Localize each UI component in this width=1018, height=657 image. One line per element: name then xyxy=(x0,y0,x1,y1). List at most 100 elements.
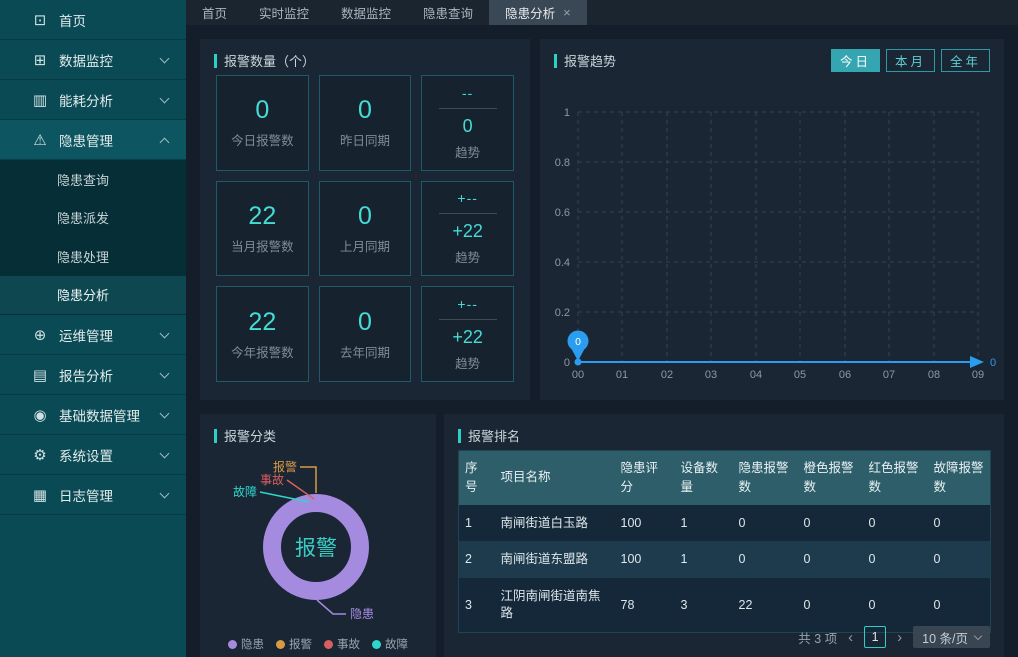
sidebar-item-label: 运维管理 xyxy=(59,325,113,345)
sidebar: ⊡ 首页 ⊞ 数据监控 ▥ 能耗分析 ⚠ 隐患管理 隐患查询 隐患派发 隐患处理… xyxy=(0,0,186,657)
trend-denominator: +22 xyxy=(452,327,483,348)
monitor-icon: ⊡ xyxy=(30,11,50,29)
sidebar-item-base-data-management[interactable]: ◉ 基础数据管理 xyxy=(0,395,186,435)
stat-label: 今年报警数 xyxy=(231,342,294,361)
sidebar-item-data-monitor[interactable]: ⊞ 数据监控 xyxy=(0,40,186,80)
sidebar-item-hazard-management[interactable]: ⚠ 隐患管理 xyxy=(0,120,186,160)
page-number-button[interactable]: 1 xyxy=(864,626,886,648)
table-row[interactable]: 3 江阴南闸街道南焦路 78 3 22 0 0 0 xyxy=(459,578,991,632)
prev-page-icon[interactable]: ‹ xyxy=(848,629,853,646)
column-header: 设备数量 xyxy=(675,451,733,505)
legend-item-hazard[interactable]: 隐患 xyxy=(228,636,264,652)
cell-red-alarms: 0 xyxy=(863,578,928,632)
chevron-down-icon xyxy=(160,409,170,419)
cell-orange-alarms: 0 xyxy=(798,578,863,632)
close-icon[interactable]: × xyxy=(563,5,571,20)
stat-value: 0 xyxy=(358,308,372,337)
sidebar-item-label: 隐患查询 xyxy=(57,170,109,189)
page-size-select[interactable]: 10 条/页 xyxy=(913,626,990,648)
hazard-submenu: 隐患查询 隐患派发 隐患处理 隐患分析 xyxy=(0,160,186,315)
column-header: 项目名称 xyxy=(495,451,615,505)
x-axis-tick: 05 xyxy=(794,369,806,381)
tab-label: 首页 xyxy=(202,3,227,22)
stat-card-today: 0 今日报警数 xyxy=(216,75,309,171)
table-row[interactable]: 1 南闸街道白玉路 100 1 0 0 0 0 xyxy=(459,505,991,542)
cell-hazard-score: 100 xyxy=(615,505,675,542)
x-axis-tick: 02 xyxy=(661,369,673,381)
title-accent-bar xyxy=(214,54,217,68)
sidebar-item-hazard-analysis[interactable]: 隐患分析 xyxy=(0,276,186,315)
y-axis-tick: 0.8 xyxy=(555,157,570,169)
sidebar-item-home[interactable]: ⊡ 首页 xyxy=(0,0,186,40)
y-axis-tick: 1 xyxy=(564,107,570,119)
alarm-classification-panel: 报警分类 报警 报警 事故 故障 隐患 隐患 报警 事故 故障 xyxy=(200,414,436,657)
cell-device-count: 1 xyxy=(675,505,733,542)
chevron-down-icon xyxy=(160,329,170,339)
chevron-down-icon xyxy=(160,94,170,104)
stat-label: 趋势 xyxy=(455,353,480,372)
report-icon: ▤ xyxy=(30,366,50,384)
trend-line-chart: 1 0.8 0.6 0.4 0.2 0 00 01 02 03 04 05 06… xyxy=(540,39,1004,400)
panel-title: 报警排名 xyxy=(458,426,520,445)
alarm-count-panel: 报警数量（个） 0 今日报警数 0 昨日同期 -- 0 趋势 22 当月报警数 xyxy=(200,39,530,400)
trend-numerator: -- xyxy=(462,85,473,101)
stat-card-year-trend: +-- +22 趋势 xyxy=(421,286,514,382)
main-content: 报警数量（个） 0 今日报警数 0 昨日同期 -- 0 趋势 22 当月报警数 xyxy=(186,25,1018,657)
stat-label: 趋势 xyxy=(455,142,480,161)
sidebar-item-hazard-dispatch[interactable]: 隐患派发 xyxy=(0,199,186,238)
cell-hazard-alarms: 22 xyxy=(733,578,798,632)
sidebar-item-ops-management[interactable]: ⊕ 运维管理 xyxy=(0,315,186,355)
x-axis-tick: 01 xyxy=(616,369,628,381)
marker-value: 0 xyxy=(575,336,581,348)
cell-fault-alarms: 0 xyxy=(928,541,991,578)
sidebar-item-hazard-query[interactable]: 隐患查询 xyxy=(0,160,186,199)
sidebar-item-log-management[interactable]: ▦ 日志管理 xyxy=(0,475,186,515)
next-page-icon[interactable]: › xyxy=(897,629,902,646)
sidebar-item-label: 隐患处理 xyxy=(57,247,109,266)
tab-bar: 首页 实时监控 数据监控 隐患查询 隐患分析 × xyxy=(186,0,1018,25)
axis-end-value: 0 xyxy=(990,357,996,369)
table-row[interactable]: 2 南闸街道东盟路 100 1 0 0 0 0 xyxy=(459,541,991,578)
ranking-table: 序号 项目名称 隐患评分 设备数量 隐患报警数 橙色报警数 红色报警数 故障报警… xyxy=(458,450,991,633)
base-data-icon: ◉ xyxy=(30,406,50,424)
x-axis-tick: 08 xyxy=(928,369,940,381)
tab-data-monitor[interactable]: 数据监控 xyxy=(325,0,407,25)
stat-label: 当月报警数 xyxy=(231,236,294,255)
column-header: 红色报警数 xyxy=(863,451,928,505)
cell-red-alarms: 0 xyxy=(863,505,928,542)
column-header: 橙色报警数 xyxy=(798,451,863,505)
sidebar-item-label: 基础数据管理 xyxy=(59,405,140,425)
legend-item-fault[interactable]: 故障 xyxy=(372,636,408,652)
legend-item-alarm[interactable]: 报警 xyxy=(276,636,312,652)
stat-label: 去年同期 xyxy=(340,342,390,361)
sidebar-item-label: 首页 xyxy=(59,10,86,30)
callout-line-hazard xyxy=(317,600,346,614)
sidebar-item-report-analysis[interactable]: ▤ 报告分析 xyxy=(0,355,186,395)
sidebar-item-hazard-handle[interactable]: 隐患处理 xyxy=(0,237,186,276)
sidebar-item-energy-analysis[interactable]: ▥ 能耗分析 xyxy=(0,80,186,120)
sidebar-item-system-settings[interactable]: ⚙ 系统设置 xyxy=(0,435,186,475)
legend-item-accident[interactable]: 事故 xyxy=(324,636,360,652)
x-axis-tick: 09 xyxy=(972,369,984,381)
x-axis-tick: 06 xyxy=(839,369,851,381)
y-axis-tick: 0.4 xyxy=(555,257,570,269)
callout-label-accident: 事故 xyxy=(260,472,284,487)
x-axis-tick: 00 xyxy=(572,369,584,381)
data-point xyxy=(575,359,582,366)
cell-hazard-alarms: 0 xyxy=(733,505,798,542)
energy-analysis-icon: ▥ xyxy=(30,91,50,109)
pagination: 共 3 项 ‹ 1 › 10 条/页 xyxy=(798,626,990,648)
tab-realtime-monitor[interactable]: 实时监控 xyxy=(243,0,325,25)
tab-hazard-analysis[interactable]: 隐患分析 × xyxy=(489,0,587,25)
legend-dot-icon xyxy=(324,640,333,649)
tab-home[interactable]: 首页 xyxy=(186,0,243,25)
y-axis-tick: 0 xyxy=(564,357,570,369)
alarm-trend-panel: 报警趋势 今日 本月 全年 1 0.8 xyxy=(540,39,1004,400)
classification-donut-chart: 报警 报警 事故 故障 隐患 xyxy=(200,414,436,657)
cell-device-count: 3 xyxy=(675,578,733,632)
cell-project-name: 南闸街道白玉路 xyxy=(495,505,615,542)
fraction-divider xyxy=(439,319,497,320)
stat-card-day-trend: -- 0 趋势 xyxy=(421,75,514,171)
stat-value: 0 xyxy=(255,96,269,125)
tab-hazard-query[interactable]: 隐患查询 xyxy=(407,0,489,25)
